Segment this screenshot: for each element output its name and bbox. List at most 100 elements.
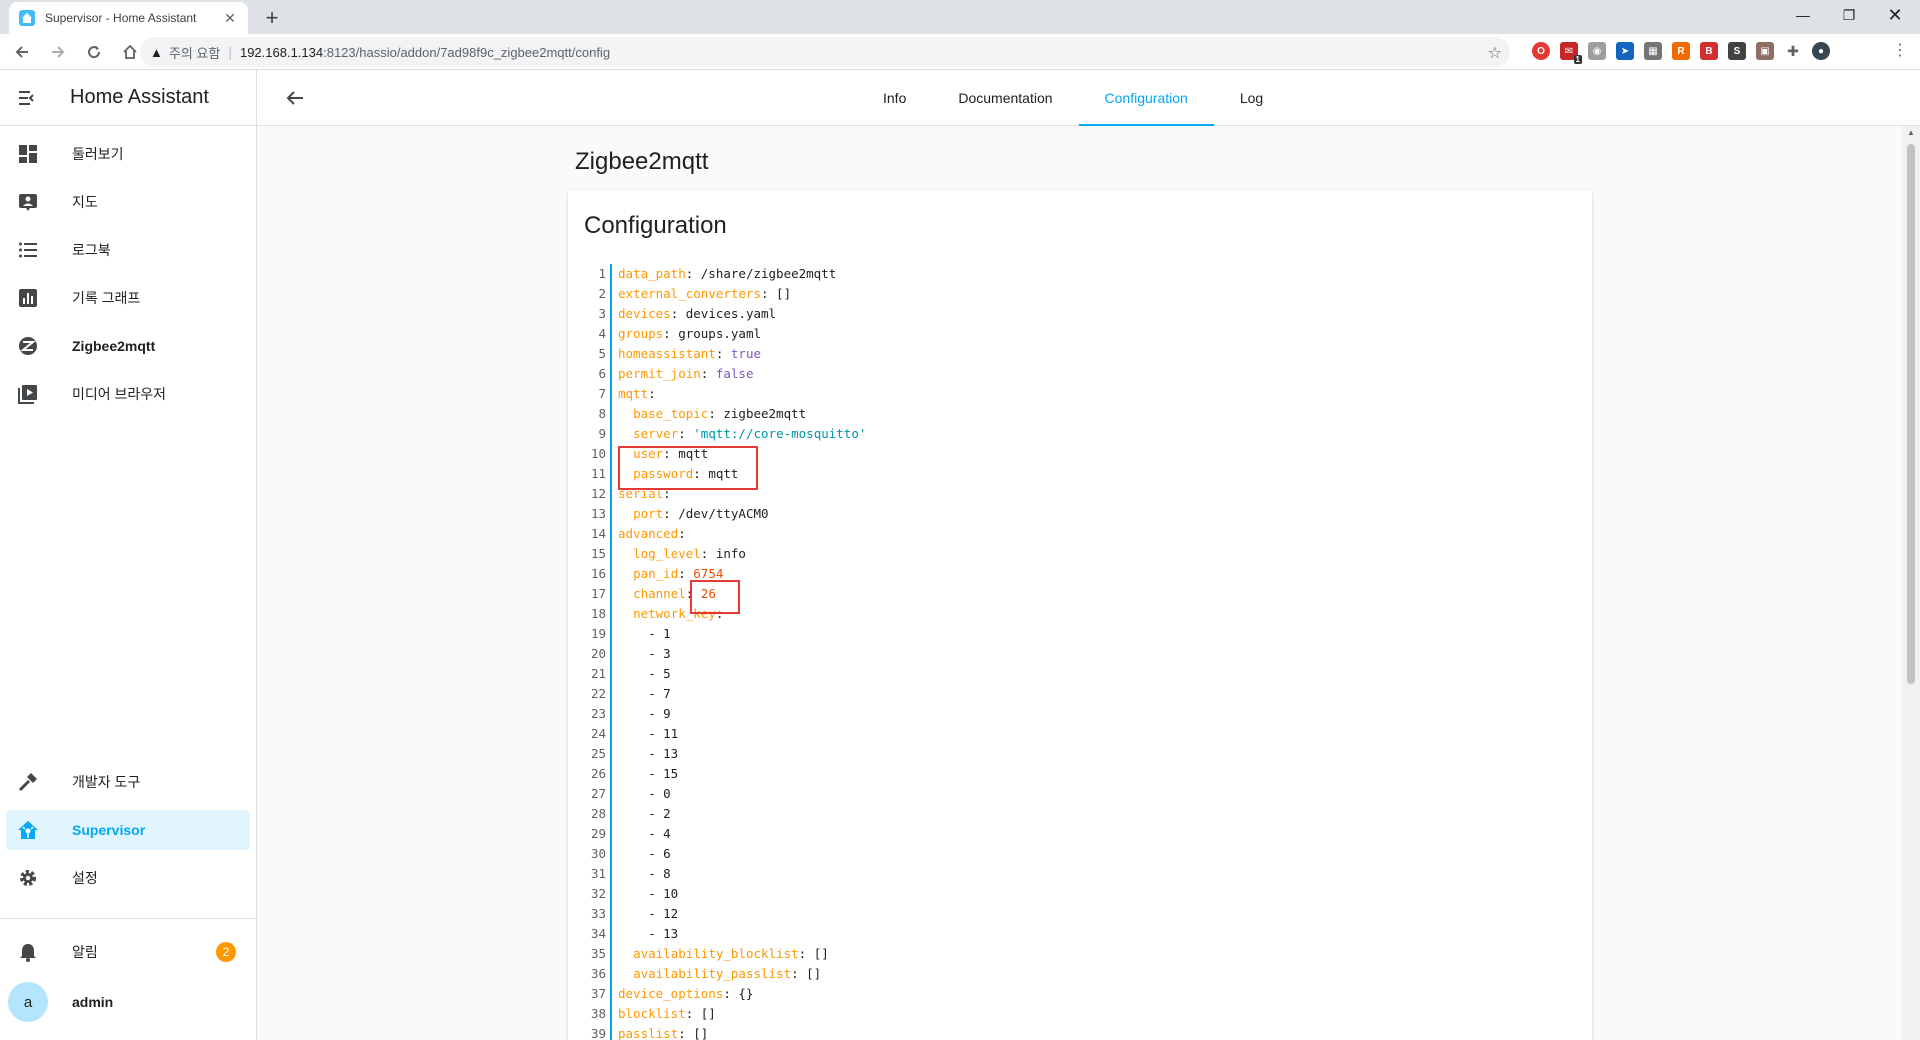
code-line[interactable]: server: 'mqtt://core-mosquitto' bbox=[618, 424, 866, 444]
yaml-token: - 9 bbox=[618, 706, 671, 721]
sidebar-item-developer-tools[interactable]: 개발자 도구 bbox=[6, 762, 250, 802]
code-line[interactable]: pan_id: 6754 bbox=[618, 564, 866, 584]
url-host: 192.168.1.134 bbox=[239, 44, 324, 60]
back-arrow-icon[interactable] bbox=[283, 86, 307, 110]
extension-send-icon[interactable]: ➤ bbox=[1616, 42, 1634, 60]
sidebar-item-zigbee2mqtt[interactable]: Zigbee2mqtt bbox=[6, 326, 250, 366]
code-line[interactable]: device_options: {} bbox=[618, 984, 866, 1004]
code-line[interactable]: - 13 bbox=[618, 744, 866, 764]
sidebar-item-label: 설정 bbox=[72, 870, 98, 886]
code-line[interactable]: availability_passlist: [] bbox=[618, 964, 866, 984]
code-line[interactable]: passlist: [] bbox=[618, 1024, 866, 1040]
yaml-key: device_options bbox=[618, 986, 724, 1001]
code-line[interactable]: advanced: bbox=[618, 524, 866, 544]
yaml-token bbox=[618, 946, 633, 961]
extension-calendar-icon[interactable]: ▦ bbox=[1644, 42, 1662, 60]
forward-nav-icon[interactable] bbox=[44, 38, 72, 66]
code-line[interactable]: - 10 bbox=[618, 884, 866, 904]
code-line[interactable]: - 15 bbox=[618, 764, 866, 784]
code-line[interactable]: external_converters: [] bbox=[618, 284, 866, 304]
restore-icon[interactable]: ❐ bbox=[1826, 0, 1872, 30]
code-line[interactable]: port: /dev/ttyACM0 bbox=[618, 504, 866, 524]
extension-opera-icon[interactable]: O bbox=[1532, 42, 1550, 60]
yaml-token: : /share/zigbee2mqtt bbox=[685, 266, 837, 281]
code-line[interactable]: permit_join: false bbox=[618, 364, 866, 384]
extension-image-icon[interactable]: ▣ bbox=[1756, 42, 1774, 60]
minimize-icon[interactable]: — bbox=[1780, 0, 1826, 30]
tab-info[interactable]: Info bbox=[857, 70, 932, 126]
yaml-token: true bbox=[730, 346, 762, 361]
yaml-token bbox=[618, 566, 633, 581]
yaml-token: - 11 bbox=[618, 726, 679, 741]
tab-documentation[interactable]: Documentation bbox=[932, 70, 1078, 126]
code-line[interactable]: - 1 bbox=[618, 624, 866, 644]
sidebar-item-supervisor[interactable]: Supervisor bbox=[6, 810, 250, 850]
profile-avatar-icon[interactable]: ● bbox=[1812, 42, 1830, 60]
code-line[interactable]: - 11 bbox=[618, 724, 866, 744]
yaml-code[interactable]: data_path: /share/zigbee2mqtt external_co… bbox=[618, 264, 866, 1040]
code-line[interactable]: blocklist: [] bbox=[618, 1004, 866, 1024]
line-number: 27 bbox=[590, 786, 606, 801]
extension-s-icon[interactable]: S bbox=[1728, 42, 1746, 60]
code-line[interactable]: - 3 bbox=[618, 644, 866, 664]
scroll-up-icon[interactable]: ▲ bbox=[1906, 128, 1916, 138]
code-line[interactable]: - 5 bbox=[618, 664, 866, 684]
code-line[interactable]: - 7 bbox=[618, 684, 866, 704]
tab-close-icon[interactable]: ✕ bbox=[222, 10, 238, 27]
sidebar-item-map[interactable]: 지도 bbox=[6, 182, 250, 222]
sidebar-menu-toggle-icon[interactable] bbox=[0, 70, 56, 126]
yaml-editor[interactable]: 1 2 3 4 5 6 7 8 9 10 11 12 13 14 15 16 17 18 19 20 21 22 23 24 2… bbox=[584, 264, 1574, 1040]
code-line[interactable]: - 0 bbox=[618, 784, 866, 804]
code-line[interactable]: - 8 bbox=[618, 864, 866, 884]
code-line[interactable]: data_path: /share/zigbee2mqtt bbox=[618, 264, 866, 284]
extension-b-icon[interactable]: B bbox=[1700, 42, 1718, 60]
back-nav-icon[interactable] bbox=[8, 38, 36, 66]
sidebar-item-notifications[interactable]: 알림 2 bbox=[6, 932, 250, 972]
notification-count-badge: 2 bbox=[216, 942, 236, 962]
code-line[interactable]: base_topic: zigbee2mqtt bbox=[618, 404, 866, 424]
address-bar[interactable]: ▲ 주의 요함 | 192.168.1.134:8123/hassio/addo… bbox=[140, 37, 1510, 67]
code-line[interactable]: homeassistant: true bbox=[618, 344, 866, 364]
url-separator: | bbox=[228, 44, 232, 60]
sidebar-item-overview[interactable]: 둘러보기 bbox=[6, 134, 250, 174]
tab-log[interactable]: Log bbox=[1214, 70, 1289, 126]
extension-camera-icon[interactable]: ◉ bbox=[1588, 42, 1606, 60]
code-line[interactable]: devices: devices.yaml bbox=[618, 304, 866, 324]
extension-rx-icon[interactable]: R bbox=[1672, 42, 1690, 60]
code-line[interactable]: - 6 bbox=[618, 844, 866, 864]
extension-badge: 1 bbox=[1573, 55, 1582, 64]
code-line[interactable]: - 13 bbox=[618, 924, 866, 944]
media-icon bbox=[8, 384, 48, 404]
warning-icon[interactable]: ▲ bbox=[150, 45, 163, 60]
code-line[interactable]: - 2 bbox=[618, 804, 866, 824]
code-line[interactable]: groups: groups.yaml bbox=[618, 324, 866, 344]
tab-configuration[interactable]: Configuration bbox=[1078, 70, 1215, 126]
scrollbar-thumb[interactable] bbox=[1907, 144, 1915, 684]
window-close-icon[interactable]: ✕ bbox=[1872, 0, 1918, 30]
line-number: 2 bbox=[598, 286, 606, 301]
bookmark-star-icon[interactable]: ☆ bbox=[1488, 43, 1502, 63]
code-line[interactable]: - 12 bbox=[618, 904, 866, 924]
code-line[interactable]: network_key: bbox=[618, 604, 866, 624]
sidebar-item-label: 로그북 bbox=[72, 242, 111, 258]
reload-icon[interactable] bbox=[80, 38, 108, 66]
sidebar-item-logbook[interactable]: 로그북 bbox=[6, 230, 250, 270]
extension-mail-icon[interactable]: ✉ 1 bbox=[1560, 42, 1582, 64]
supervisor-icon bbox=[8, 820, 48, 840]
code-line[interactable]: mqtt: bbox=[618, 384, 866, 404]
browser-tab[interactable]: Supervisor - Home Assistant ✕ bbox=[9, 2, 248, 34]
code-line[interactable]: availability_blocklist: [] bbox=[618, 944, 866, 964]
line-number: 34 bbox=[590, 926, 606, 941]
code-line[interactable]: - 9 bbox=[618, 704, 866, 724]
browser-menu-icon[interactable]: ⋮ bbox=[1892, 40, 1908, 60]
sidebar-item-history[interactable]: 기록 그래프 bbox=[6, 278, 250, 318]
code-line[interactable]: - 4 bbox=[618, 824, 866, 844]
code-line[interactable]: log_level: info bbox=[618, 544, 866, 564]
code-line[interactable]: channel: 26 bbox=[618, 584, 866, 604]
new-tab-button[interactable]: + bbox=[258, 4, 286, 32]
sidebar-item-profile[interactable]: a admin bbox=[6, 980, 250, 1024]
sidebar-item-settings[interactable]: 설정 bbox=[6, 858, 250, 898]
sidebar-item-media-browser[interactable]: 미디어 브라우저 bbox=[6, 374, 250, 414]
extensions-puzzle-icon[interactable]: ✚ bbox=[1784, 42, 1802, 60]
page-scrollbar[interactable]: ▲ bbox=[1902, 126, 1920, 1040]
